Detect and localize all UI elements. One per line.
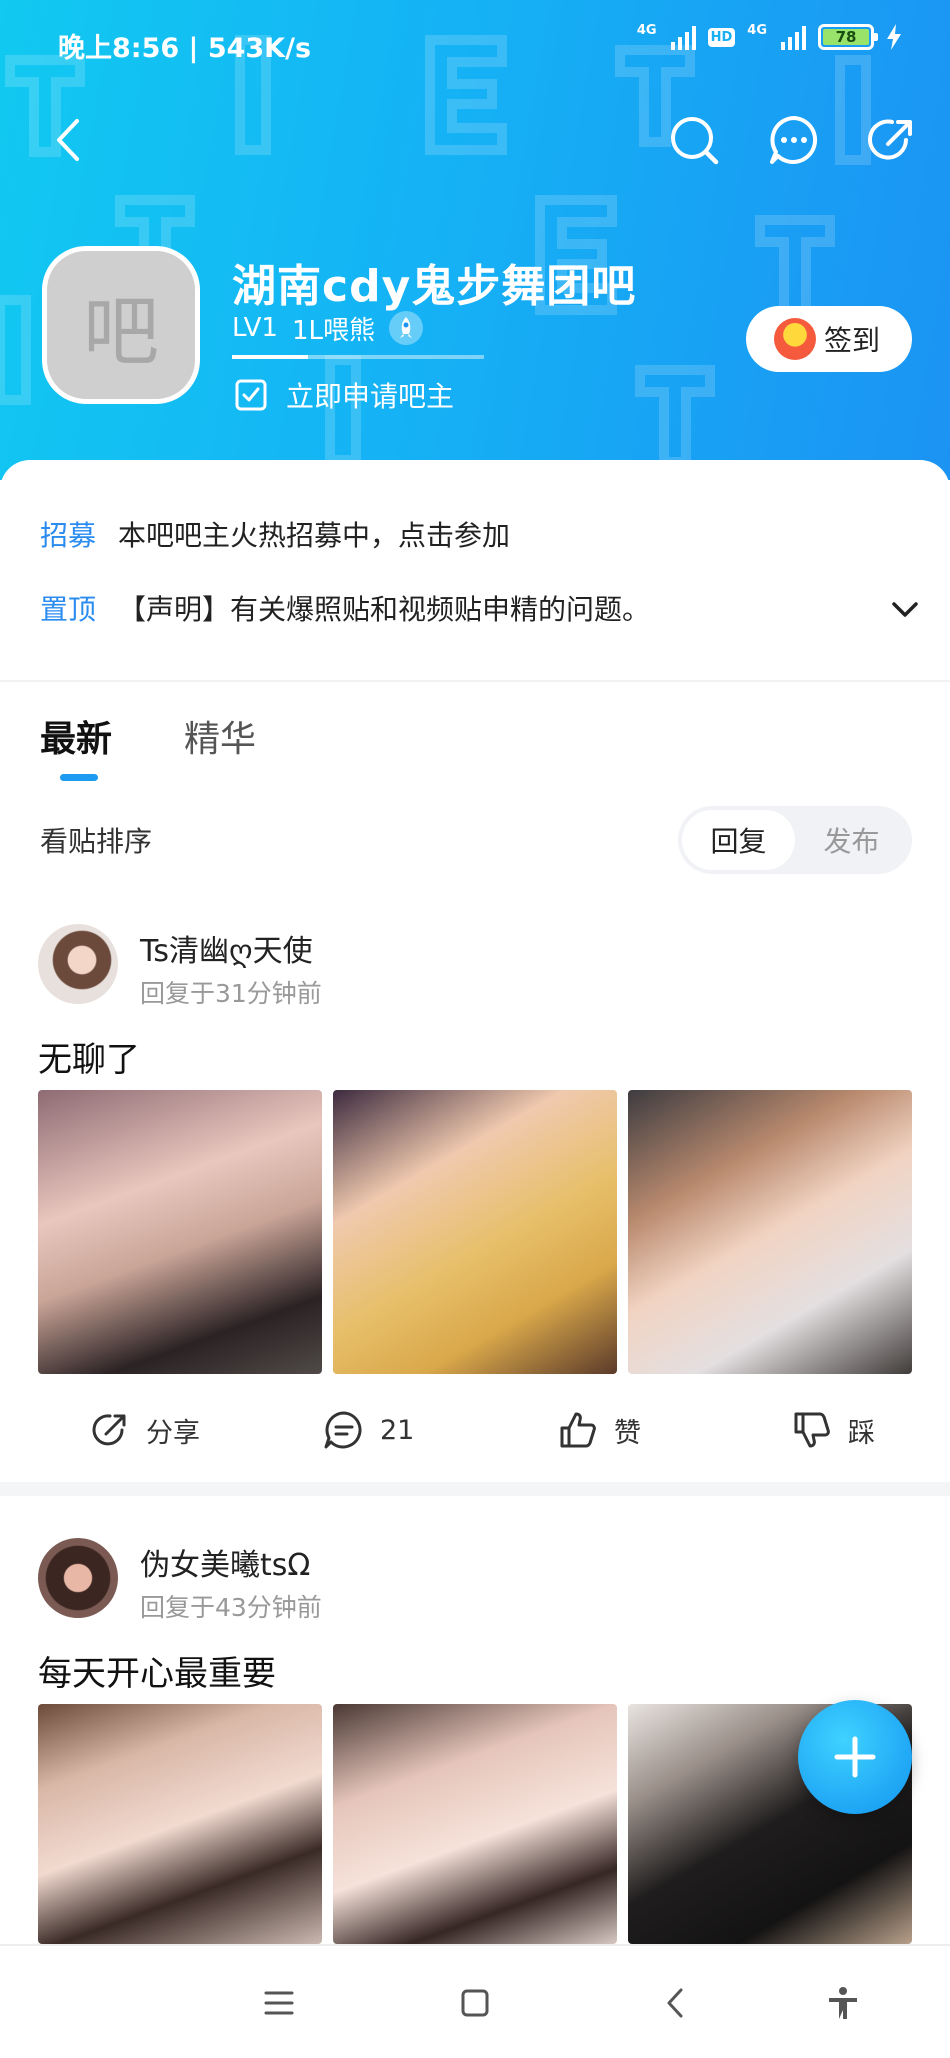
- post-tabs: 最新 精华: [40, 710, 256, 770]
- experience-bar-fill: [232, 355, 308, 359]
- level-row[interactable]: LV1 1L喂熊: [232, 308, 423, 348]
- level-title: 1L喂熊: [291, 315, 375, 346]
- dislike-label: 踩: [848, 1417, 875, 1449]
- post-image[interactable]: [333, 1090, 617, 1374]
- new-post-button[interactable]: [798, 1700, 912, 1814]
- comment-button[interactable]: 21: [322, 1400, 414, 1460]
- sort-toggle[interactable]: 回复 发布: [678, 806, 912, 874]
- signin-label: 签到: [824, 324, 881, 357]
- comment-count: 21: [380, 1414, 415, 1446]
- tab-latest[interactable]: 最新: [40, 710, 112, 770]
- share-icon[interactable]: [864, 112, 920, 168]
- post-time: 回复于43分钟前: [140, 1593, 322, 1622]
- app-screen: 晚上8:56 | 543K/s 4G HD 4G 78 吧 湖南cdy鬼步舞团吧…: [0, 0, 950, 2058]
- message-icon[interactable]: [766, 112, 822, 168]
- signin-button[interactable]: 签到: [746, 306, 912, 372]
- divider: [0, 680, 950, 682]
- signin-coin-icon: [774, 318, 816, 360]
- system-navigation-bar: [0, 1944, 950, 2058]
- forum-header: 晚上8:56 | 543K/s 4G HD 4G 78 吧 湖南cdy鬼步舞团吧…: [0, 0, 950, 480]
- thumbs-up-icon: [560, 1412, 596, 1448]
- notice-pinned[interactable]: 置顶 【声明】有关爆照贴和视频贴申精的问题。: [40, 588, 650, 628]
- post-image[interactable]: [38, 1704, 322, 1944]
- notice-text: 【声明】有关爆照贴和视频贴申精的问题。: [118, 593, 651, 626]
- hd-badge: HD: [707, 27, 736, 47]
- back-icon[interactable]: [40, 112, 96, 168]
- chevron-down-icon[interactable]: [888, 592, 922, 626]
- signal-icon-2: [781, 24, 806, 50]
- post-time: 回复于31分钟前: [140, 979, 322, 1008]
- plus-icon: [834, 1736, 876, 1778]
- notice-kind: 置顶: [40, 593, 97, 626]
- post-author[interactable]: Ts清幽ღ天使: [140, 926, 313, 970]
- sort-option-reply[interactable]: 回复: [682, 810, 795, 870]
- post-image[interactable]: [628, 1090, 912, 1374]
- forum-avatar-char: 吧: [83, 287, 159, 376]
- comment-icon: [324, 1411, 362, 1449]
- status-bar: 晚上8:56 | 543K/s 4G HD 4G 78: [0, 0, 950, 90]
- nav-back-icon[interactable]: [650, 1978, 700, 2028]
- post-actions: 分享 21 赞 踩: [0, 1400, 950, 1460]
- post-title[interactable]: 无聊了: [38, 1032, 140, 1081]
- home-icon[interactable]: [450, 1978, 500, 2028]
- rocket-icon: [389, 311, 423, 345]
- level-badge: LV1: [232, 313, 278, 343]
- like-button[interactable]: 赞: [556, 1400, 641, 1460]
- network-type-2: 4G: [747, 23, 767, 38]
- apply-moderator-link[interactable]: 立即申请吧主: [234, 374, 454, 416]
- post-title[interactable]: 每天开心最重要: [38, 1646, 276, 1695]
- menu-icon[interactable]: [254, 1978, 304, 2028]
- sort-option-publish[interactable]: 发布: [795, 810, 908, 870]
- notice-kind: 招募: [40, 519, 97, 552]
- checkbox-icon: [235, 379, 267, 411]
- battery-icon: 78: [818, 24, 878, 50]
- experience-bar: [232, 355, 484, 359]
- sort-label: 看贴排序: [40, 825, 153, 858]
- forum-name: 湖南cdy鬼步舞团吧: [232, 261, 637, 312]
- charging-icon: [887, 24, 901, 50]
- signal-icon: [670, 24, 696, 50]
- battery-level: 78: [823, 28, 869, 46]
- search-icon[interactable]: [666, 112, 722, 168]
- apply-label: 立即申请吧主: [286, 380, 455, 413]
- share-label: 分享: [146, 1417, 200, 1449]
- share-icon: [92, 1414, 126, 1446]
- status-time: 晚上8:56 | 543K/s: [58, 33, 312, 64]
- notice-recruit[interactable]: 招募 本吧吧主火热招募中，点击参加: [40, 514, 510, 554]
- post-image[interactable]: [38, 1090, 322, 1374]
- post-image[interactable]: [333, 1704, 617, 1944]
- post-author[interactable]: 伪女美曦tsΩ: [140, 1540, 310, 1584]
- share-button[interactable]: 分享: [88, 1400, 200, 1460]
- top-nav: [0, 100, 950, 180]
- post-divider: [0, 1482, 950, 1496]
- network-type-1: 4G: [636, 23, 657, 38]
- notice-text: 本吧吧主火热招募中，点击参加: [118, 519, 511, 552]
- like-label: 赞: [614, 1417, 641, 1449]
- tab-featured[interactable]: 精华: [184, 710, 256, 770]
- accessibility-icon[interactable]: [818, 1978, 868, 2028]
- dislike-button[interactable]: 踩: [790, 1400, 875, 1460]
- avatar[interactable]: [38, 1538, 118, 1618]
- forum-avatar: 吧: [42, 246, 200, 404]
- avatar[interactable]: [38, 924, 118, 1004]
- tab-indicator: [60, 774, 98, 781]
- status-icons: 4G HD 4G 78: [637, 24, 902, 50]
- thumbs-down-icon: [794, 1412, 830, 1448]
